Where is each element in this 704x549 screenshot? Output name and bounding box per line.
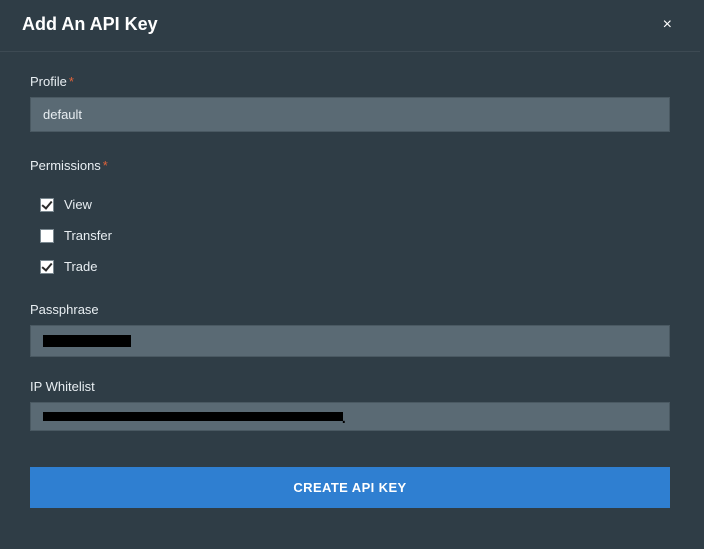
ip-whitelist-group: IP Whitelist .: [30, 379, 670, 431]
passphrase-label: Passphrase: [30, 302, 670, 317]
required-indicator: *: [103, 158, 108, 173]
create-api-key-button[interactable]: CREATE API KEY: [30, 467, 670, 508]
permissions-label-text: Permissions: [30, 158, 101, 173]
checkbox-trade[interactable]: [40, 260, 54, 274]
passphrase-input[interactable]: [30, 325, 670, 357]
profile-input[interactable]: [30, 97, 670, 132]
profile-group: Profile*: [30, 74, 670, 132]
close-icon[interactable]: ×: [657, 15, 678, 35]
modal-header: Add An API Key ×: [0, 0, 700, 52]
modal-title: Add An API Key: [22, 14, 158, 35]
checkbox-transfer[interactable]: [40, 229, 54, 243]
permission-label: Trade: [64, 259, 97, 274]
permissions-list: View Transfer Trade: [30, 181, 670, 282]
permission-label: Transfer: [64, 228, 112, 243]
add-api-key-modal: Add An API Key × Profile* Permissions* V…: [0, 0, 700, 546]
permissions-label: Permissions*: [30, 158, 670, 173]
permissions-group: Permissions* View Transfer Trade: [30, 158, 670, 282]
permission-transfer: Transfer: [40, 220, 670, 251]
ip-whitelist-label: IP Whitelist: [30, 379, 670, 394]
profile-label: Profile*: [30, 74, 670, 89]
profile-label-text: Profile: [30, 74, 67, 89]
permission-trade: Trade: [40, 251, 670, 282]
redacted-value: [43, 412, 343, 421]
permission-label: View: [64, 197, 92, 212]
required-indicator: *: [69, 74, 74, 89]
checkbox-view[interactable]: [40, 198, 54, 212]
redacted-value: [43, 335, 131, 347]
permission-view: View: [40, 189, 670, 220]
modal-body: Profile* Permissions* View Transfer Tr: [0, 52, 700, 528]
passphrase-group: Passphrase: [30, 302, 670, 357]
ip-whitelist-input[interactable]: .: [30, 402, 670, 431]
